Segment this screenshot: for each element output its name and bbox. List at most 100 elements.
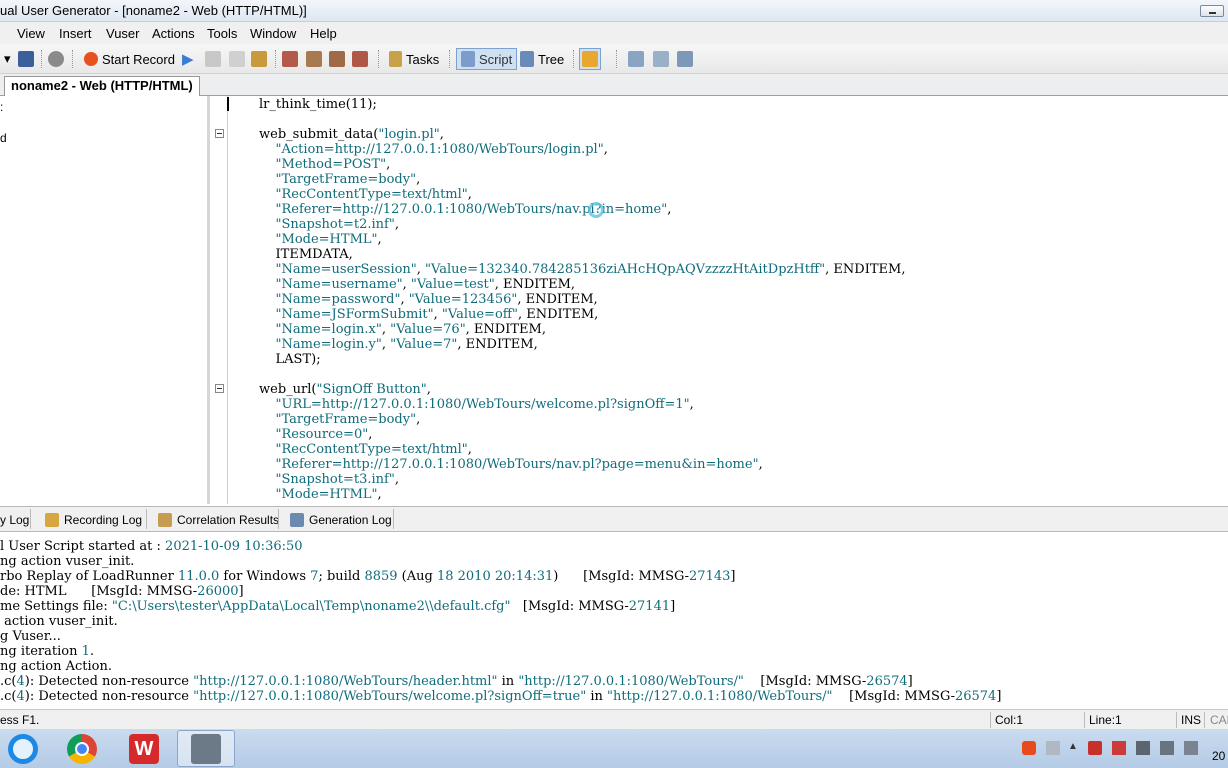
- tree-label: Tree: [538, 51, 565, 67]
- editor-gutter: [212, 96, 228, 504]
- code-line: web_submit_data("login.pl",: [259, 127, 444, 142]
- code-line: "Referer=http://127.0.0.1:1080/WebTours/…: [275, 457, 763, 472]
- separator: [1176, 712, 1177, 728]
- page-view-button[interactable]: [653, 50, 669, 68]
- log-line: rbo Replay of LoadRunner 11.0.0 for Wind…: [0, 569, 736, 584]
- code-line: "Name=login.x", "Value=76", ENDITEM,: [275, 322, 546, 337]
- script-label: Script: [479, 51, 513, 67]
- menu-bar: : View Insert Vuser Actions Tools Window…: [0, 22, 1228, 44]
- compile-icon: [251, 51, 267, 67]
- separator: [72, 50, 73, 68]
- separator: [1204, 712, 1205, 728]
- tab-replay-log[interactable]: y Log: [0, 511, 29, 529]
- menu-tools[interactable]: Tools: [207, 26, 237, 41]
- log-line: action vuser_init.: [0, 614, 118, 629]
- code-line: "TargetFrame=body",: [275, 412, 421, 427]
- usb-icon[interactable]: [1136, 741, 1150, 755]
- tab-generation-log[interactable]: Generation Log: [290, 511, 392, 529]
- output-window-toggle[interactable]: [579, 48, 601, 70]
- tab-correlation-results[interactable]: Correlation Results: [158, 511, 279, 529]
- find-button[interactable]: [48, 50, 64, 68]
- tab-recording-log[interactable]: Recording Log: [45, 511, 142, 529]
- separator: [278, 509, 279, 529]
- keyboard-icon[interactable]: [1046, 741, 1060, 755]
- code-line: "Resource=0",: [275, 427, 373, 442]
- menu-view[interactable]: View: [17, 26, 45, 41]
- tasks-icon: [389, 51, 402, 67]
- wps-icon: W: [129, 734, 159, 764]
- step-button[interactable]: [306, 50, 322, 68]
- log-line: ng iteration 1.: [0, 644, 95, 659]
- tab-label: Generation Log: [309, 513, 392, 527]
- play-icon: ▶: [182, 51, 194, 68]
- server-view-button[interactable]: [677, 50, 693, 68]
- compile-button[interactable]: [251, 50, 267, 68]
- script-view-button[interactable]: Script: [456, 48, 518, 70]
- volume-icon[interactable]: [1184, 741, 1198, 755]
- wps-tray-icon[interactable]: [1088, 741, 1102, 755]
- document-tab[interactable]: noname2 - Web (HTTP/HTML): [4, 76, 200, 96]
- tree-icon: [520, 51, 534, 67]
- snapshot-button[interactable]: [628, 50, 644, 68]
- toggle-breakpoint-button[interactable]: [282, 50, 298, 68]
- replay-log-output[interactable]: l User Script started at : 2021-10-09 10…: [0, 533, 1228, 707]
- tasks-button[interactable]: Tasks: [389, 50, 439, 68]
- code-line: "Method=POST",: [275, 157, 391, 172]
- separator: [449, 50, 450, 68]
- menu-actions[interactable]: Actions: [152, 26, 195, 41]
- bookmark-button[interactable]: [329, 50, 345, 68]
- code-line: "Name=login.y", "Value=7", ENDITEM,: [275, 337, 538, 352]
- menu-help[interactable]: Help: [310, 26, 337, 41]
- log-line: me Settings file: "C:\Users\tester\AppDa…: [0, 599, 676, 614]
- tab-label: y Log: [0, 513, 30, 527]
- pdf-tray-icon[interactable]: [1112, 741, 1126, 755]
- log-line: g Vuser...: [0, 629, 61, 644]
- refresh-button[interactable]: [352, 50, 368, 68]
- collapse-icon[interactable]: [215, 129, 224, 138]
- code-line: "Action=http://127.0.0.1:1080/WebTours/l…: [275, 142, 608, 157]
- menu-window[interactable]: Window: [250, 26, 296, 41]
- stop-button[interactable]: [205, 50, 221, 68]
- busy-cursor-icon: [588, 202, 604, 218]
- clock[interactable]: 20: [1212, 749, 1225, 763]
- log-line: ng action vuser_init.: [0, 554, 135, 569]
- action-tree-pane: : d: [0, 96, 210, 504]
- toolbar: ▾ Start Record ▶ Tasks Script Tree: [0, 44, 1228, 74]
- show-hidden-icons-icon[interactable]: ▲: [1066, 741, 1080, 755]
- code-line: "Referer=http://127.0.0.1:1080/WebTours/…: [275, 202, 672, 217]
- status-help-text: ess F1.: [0, 713, 40, 727]
- dropdown-arrow-icon[interactable]: ▾: [4, 50, 11, 68]
- run-button[interactable]: ▶: [182, 50, 194, 68]
- save-button[interactable]: [18, 50, 34, 68]
- taskbar: W ▲ 20: [0, 729, 1228, 768]
- collapse-icon[interactable]: [215, 384, 224, 393]
- separator: [393, 509, 394, 529]
- ie-taskbar-button[interactable]: [0, 730, 52, 767]
- separator: [990, 712, 991, 728]
- chrome-taskbar-button[interactable]: [54, 730, 112, 767]
- separator: [378, 50, 379, 68]
- stop-icon: [205, 51, 221, 67]
- minimize-button[interactable]: [1200, 5, 1224, 17]
- wps-taskbar-button[interactable]: W: [116, 730, 174, 767]
- script-editor[interactable]: lr_think_time(11); web_submit_data("login…: [229, 96, 1228, 504]
- tree-item[interactable]: :: [0, 100, 3, 114]
- vugen-taskbar-button[interactable]: [177, 730, 235, 767]
- chrome-icon: [67, 734, 97, 764]
- title-bar: ual User Generator - [noname2 - Web (HTT…: [0, 0, 1228, 22]
- start-record-button[interactable]: Start Record: [84, 50, 175, 68]
- tab-label: Correlation Results: [177, 513, 280, 527]
- network-icon[interactable]: [1160, 741, 1174, 755]
- pause-button[interactable]: [229, 50, 245, 68]
- separator: [30, 509, 31, 529]
- generation-log-icon: [290, 513, 304, 527]
- snapshot-icon: [628, 51, 644, 67]
- tree-view-button[interactable]: Tree: [520, 50, 564, 68]
- menu-vuser[interactable]: Vuser: [106, 26, 139, 41]
- code-line: web_url("SignOff Button",: [259, 382, 431, 397]
- sogou-input-icon[interactable]: [1022, 741, 1036, 755]
- code-line: "RecContentType=text/html",: [275, 442, 472, 457]
- tree-item[interactable]: d: [0, 131, 7, 145]
- menu-insert[interactable]: Insert: [59, 26, 92, 41]
- server-view-icon: [677, 51, 693, 67]
